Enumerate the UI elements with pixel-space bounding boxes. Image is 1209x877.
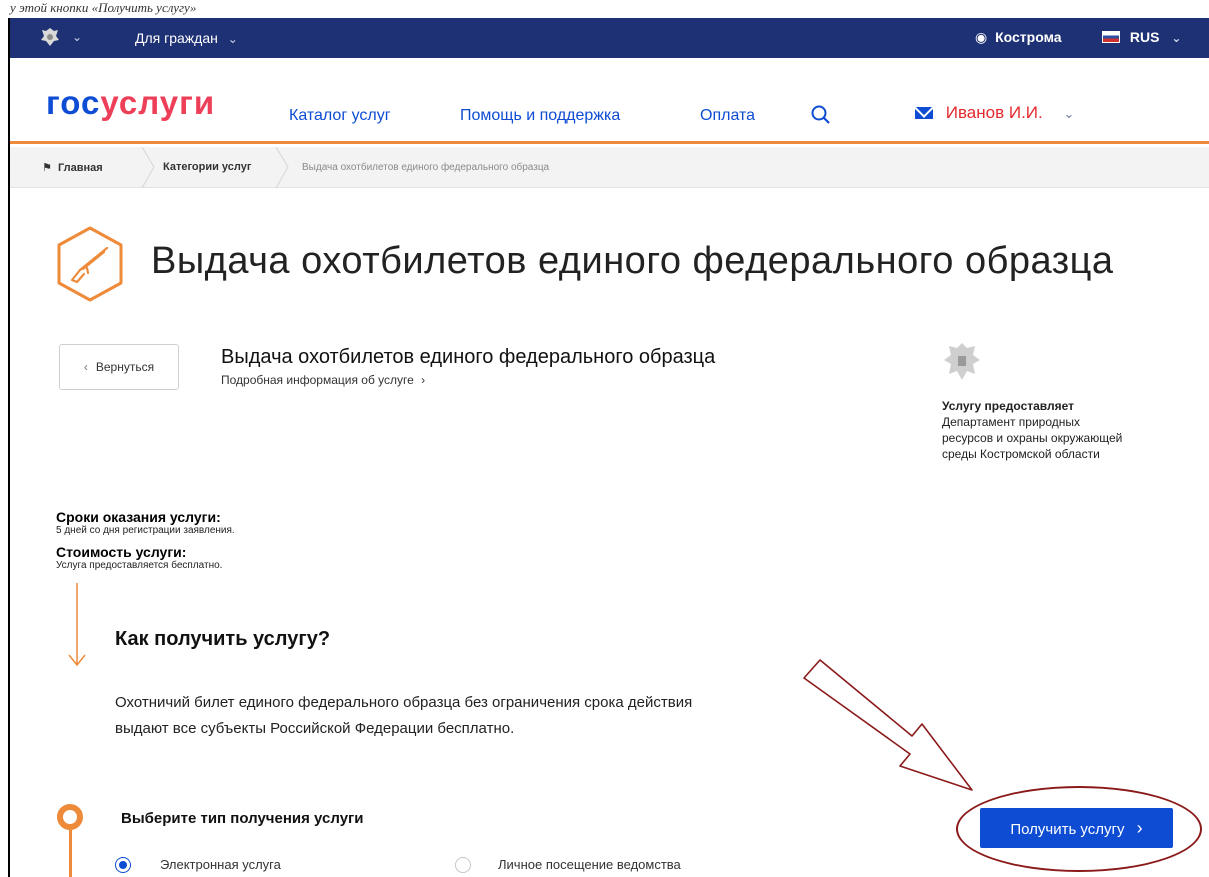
how-to-get-heading: Как получить услугу? bbox=[115, 628, 331, 650]
hunting-rifle-icon bbox=[57, 226, 123, 302]
coat-of-arms-icon bbox=[944, 343, 980, 380]
gosuslugi-logo[interactable]: госуслуги bbox=[46, 84, 215, 122]
radio-label-electronic[interactable]: Электронная услуга bbox=[160, 857, 281, 872]
get-service-button[interactable]: Получить услугу › bbox=[980, 808, 1173, 848]
step-marker bbox=[57, 804, 83, 830]
language-selector[interactable]: RUS ⌄ bbox=[1102, 29, 1181, 45]
breadcrumb-current: Выдача охотбилетов единого федерального … bbox=[302, 162, 550, 173]
annotation-arrow-icon bbox=[803, 659, 973, 791]
cost-value: Услуга предоставляется бесплатно. bbox=[56, 560, 223, 571]
service-title: Выдача охотбилетов единого федерального … bbox=[221, 346, 716, 368]
breadcrumb-categories[interactable]: Категории услуг bbox=[163, 161, 251, 173]
cost-heading: Стоимость услуги: bbox=[56, 544, 187, 560]
emblem-chevron-down-icon[interactable]: ⌄ bbox=[72, 30, 82, 44]
home-icon: ⚑ bbox=[42, 162, 52, 174]
language-label: RUS bbox=[1129, 29, 1160, 45]
browser-page: ⌄ Для граждан ⌄ ◉ Кострома RUS ⌄ госуслу… bbox=[8, 18, 1209, 877]
breadcrumb-home-label: Главная bbox=[57, 162, 103, 174]
user-name: Иванов И.И. bbox=[945, 103, 1043, 122]
for-citizens-label: Для граждан bbox=[135, 30, 218, 46]
for-citizens-menu[interactable]: Для граждан ⌄ bbox=[135, 30, 238, 46]
nav-payment[interactable]: Оплата bbox=[700, 107, 755, 125]
back-button-label: Вернуться bbox=[95, 360, 155, 374]
description-line: Охотничий билет единого федерального обр… bbox=[115, 694, 693, 711]
step-line bbox=[69, 830, 72, 877]
chevron-right-icon: › bbox=[1136, 818, 1143, 838]
radio-electronic-service[interactable] bbox=[115, 857, 131, 873]
user-menu[interactable]: Иванов И.И. ⌄ bbox=[915, 103, 1074, 123]
russia-flag-icon bbox=[1102, 31, 1120, 43]
service-provider: Услугу предоставляет Департамент природн… bbox=[942, 398, 1162, 462]
service-details-link[interactable]: Подробная информация об услуге › bbox=[221, 373, 425, 387]
emblem-icon[interactable] bbox=[40, 26, 60, 48]
nav-catalog[interactable]: Каталог услуг bbox=[289, 107, 391, 125]
deadline-heading: Сроки оказания услуги: bbox=[56, 509, 221, 525]
step-title: Выберите тип получения услуги bbox=[121, 810, 364, 827]
nav-help[interactable]: Помощь и поддержка bbox=[460, 107, 620, 125]
page-band: у этой кнопки «Получить услугу» bbox=[0, 0, 1209, 18]
page-hint-text: у этой кнопки «Получить услугу» bbox=[10, 0, 197, 15]
chevron-down-icon: ⌄ bbox=[1063, 106, 1075, 121]
provider-line: Департамент природных bbox=[942, 415, 1081, 429]
arrow-down-icon bbox=[68, 583, 86, 667]
back-button[interactable]: ‹ Вернуться bbox=[59, 344, 179, 390]
how-to-get-description: Охотничий билет единого федерального обр… bbox=[115, 690, 815, 742]
provider-line: ресурсов и охраны окружающей bbox=[942, 431, 1123, 445]
site-header: госуслуги Каталог услуг Помощь и поддерж… bbox=[10, 58, 1209, 144]
chevron-down-icon: ⌄ bbox=[227, 32, 238, 46]
provider-line: среды Костромской области bbox=[942, 447, 1100, 461]
chevron-left-icon: ‹ bbox=[83, 360, 88, 374]
description-line: выдают все субъекты Российской Федерации… bbox=[115, 720, 515, 737]
breadcrumb-separator bbox=[141, 147, 155, 188]
deadline-value: 5 дней со дня регистрации заявления. bbox=[56, 525, 235, 536]
page-title: Выдача охотбилетов единого федерального … bbox=[151, 240, 1114, 282]
service-details-label: Подробная информация об услуге bbox=[221, 373, 414, 387]
breadcrumb-separator bbox=[275, 147, 289, 188]
radio-label-visit[interactable]: Личное посещение ведомства bbox=[498, 857, 681, 872]
radio-visit-office[interactable] bbox=[455, 857, 471, 873]
provider-heading: Услугу предоставляет bbox=[942, 399, 1075, 413]
chevron-right-icon: › bbox=[421, 373, 426, 387]
location-selector[interactable]: ◉ Кострома bbox=[975, 29, 1062, 46]
chevron-down-icon: ⌄ bbox=[1171, 31, 1182, 45]
get-service-label: Получить услугу bbox=[1010, 821, 1125, 838]
mail-icon bbox=[915, 107, 933, 119]
search-icon[interactable] bbox=[810, 104, 832, 126]
breadcrumb: ⚑ Главная Категории услуг Выдача охотбил… bbox=[10, 147, 1209, 188]
location-pin-icon: ◉ bbox=[975, 29, 988, 45]
breadcrumb-home[interactable]: ⚑ Главная bbox=[42, 161, 103, 174]
location-label: Кострома bbox=[995, 29, 1062, 45]
top-bar: ⌄ Для граждан ⌄ ◉ Кострома RUS ⌄ bbox=[10, 18, 1209, 58]
logo-part-uslugi: услуги bbox=[100, 84, 216, 121]
logo-part-gos: гос bbox=[46, 84, 101, 121]
